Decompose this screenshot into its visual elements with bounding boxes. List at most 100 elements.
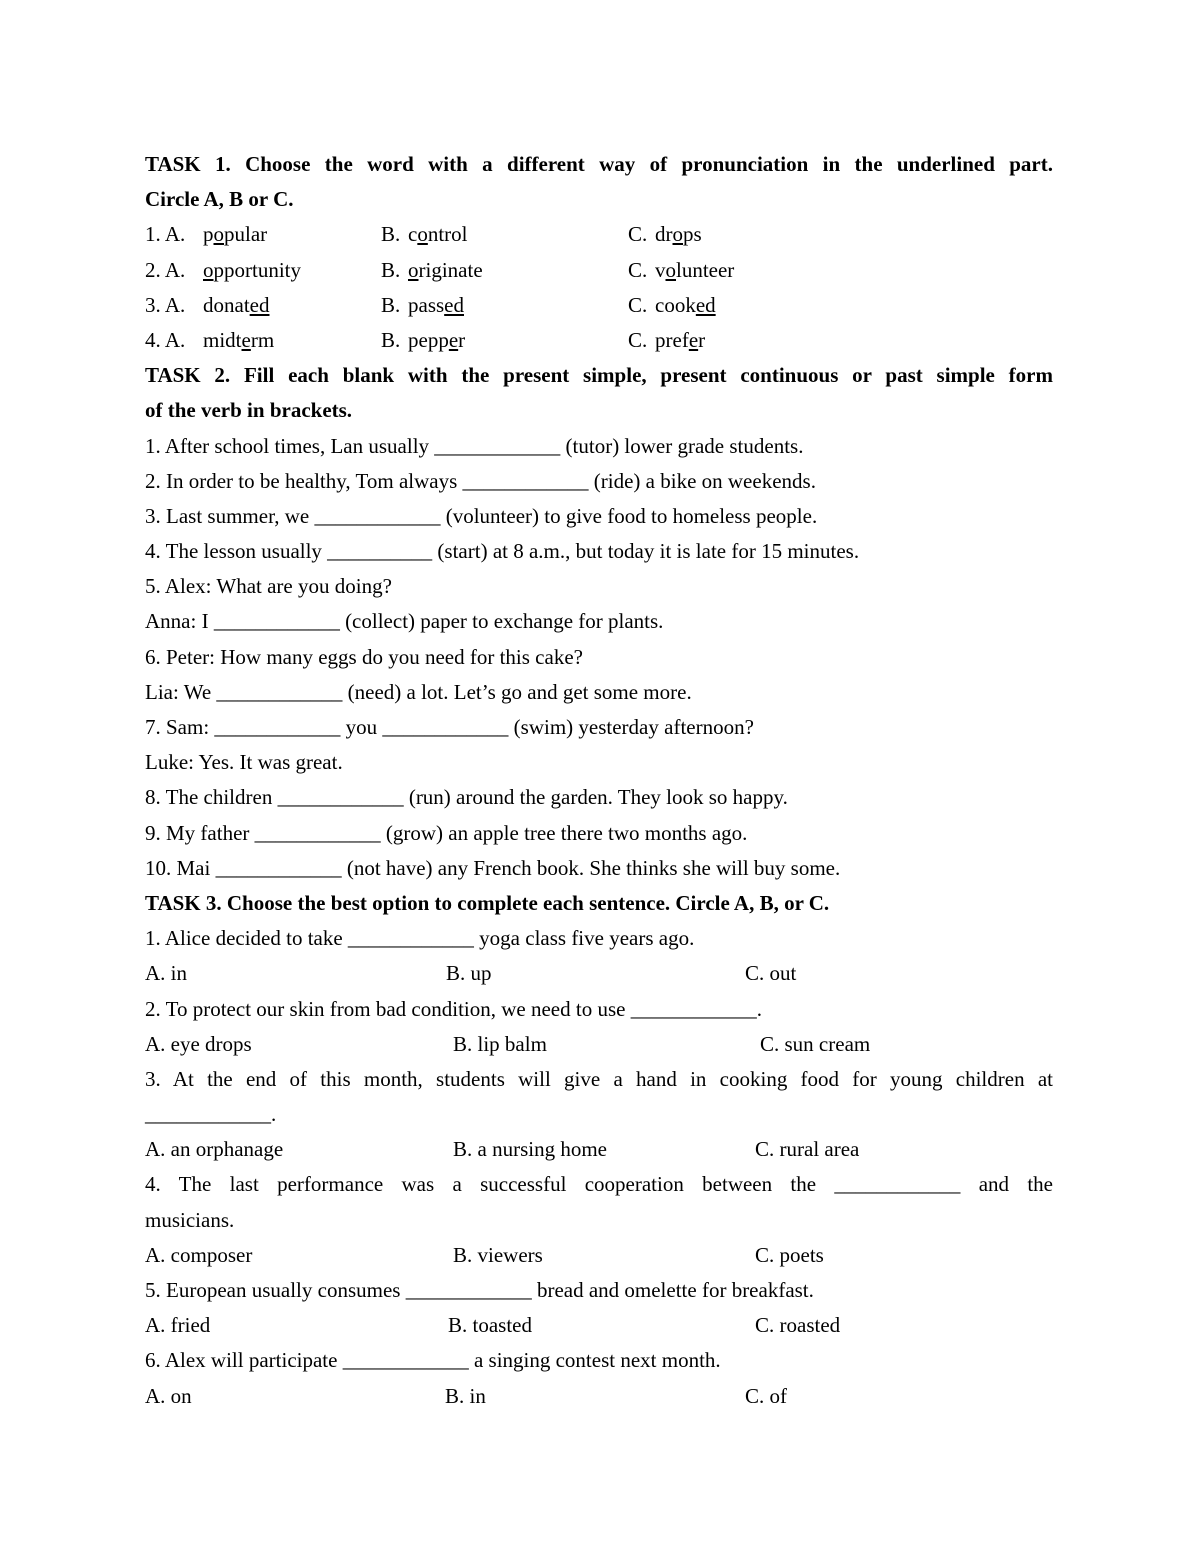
answer-options: A. eye drops B. lip balm C. sun cream (145, 1027, 1053, 1062)
answer-option: B. a nursing home (453, 1137, 607, 1162)
word-part: r (698, 327, 706, 352)
answer-option: A. in (145, 961, 187, 986)
word-part: dr (655, 222, 673, 247)
task1-heading: TASK 1. Choose the word with a different… (145, 152, 1053, 176)
answer-options: A. composer B. viewers C. poets (145, 1238, 1053, 1273)
task3-heading: TASK 3. Choose the best option to comple… (145, 890, 830, 915)
underlined-part: e (688, 327, 699, 352)
task2-heading-cont: of the verb in brackets. (145, 398, 353, 423)
word-part: donat (203, 292, 250, 317)
option-word: originate (408, 253, 483, 288)
underlined-part: o (672, 222, 684, 247)
answer-option: B. toasted (448, 1313, 532, 1338)
item-number: 4. A. (145, 327, 186, 352)
word-part: c (408, 222, 418, 247)
option-label: B. (381, 257, 401, 282)
task1-item: 4. A. midterm B. pepper C. prefer (145, 323, 1053, 358)
answer-options: A. in B. up C. out (145, 956, 1053, 991)
worksheet-page: TASK 1. Choose the word with a different… (0, 0, 1200, 1553)
question-text: 6. Alex will participate ____________ a … (145, 1348, 721, 1373)
answer-option: C. poets (755, 1242, 824, 1267)
underlined-part: ed (695, 292, 716, 317)
task1-item: 2. A. opportunity B. originate C. volunteer (145, 253, 1053, 288)
task1-item: 3. A. donated B. passed C. cooked (145, 288, 1053, 323)
task2-line: 8. The children ____________ (run) aroun… (145, 785, 788, 810)
task2-line: 9. My father ____________ (grow) an appl… (145, 820, 748, 845)
answer-option: A. composer (145, 1242, 253, 1267)
option-word: opportunity (203, 253, 301, 288)
answer-option: A. on (145, 1383, 192, 1408)
question-text: 2. To protect our skin from bad conditio… (145, 996, 762, 1021)
question-text: musicians. (145, 1207, 235, 1232)
option-word: volunteer (655, 253, 734, 288)
question-text: 4. The last performance was a successful… (145, 1172, 1053, 1197)
answer-option: A. eye drops (145, 1031, 252, 1056)
word-part: ps (683, 222, 702, 247)
question-text: 5. European usually consumes ___________… (145, 1278, 814, 1302)
underlined-part: o (417, 222, 428, 247)
worksheet-content: TASK 1. Choose the word with a different… (145, 147, 1053, 1414)
word-part: pular (224, 222, 268, 247)
answer-option: B. up (446, 961, 492, 986)
underlined-part: o (665, 257, 677, 282)
underlined-part: o (203, 257, 214, 282)
option-word: passed (408, 288, 464, 323)
item-number: 2. A. (145, 257, 186, 282)
answer-option: B. viewers (453, 1242, 543, 1267)
option-label: C. (628, 327, 648, 352)
answer-option: C. sun cream (760, 1031, 871, 1056)
task2-line: Anna: I ____________ (collect) paper to … (145, 609, 664, 634)
option-label: B. (381, 292, 401, 317)
option-label: C. (628, 222, 648, 247)
option-label: C. (628, 257, 648, 282)
word-part: ntrol (427, 222, 468, 247)
option-word: prefer (655, 323, 705, 358)
word-part: pref (655, 327, 689, 352)
item-number: 3. A. (145, 292, 186, 317)
task2-line: Lia: We ____________ (need) a lot. Let’s… (145, 679, 692, 704)
word-part: rm (250, 327, 275, 352)
task2-line: 3. Last summer, we ____________ (volunte… (145, 503, 818, 528)
word-part: v (655, 257, 666, 282)
option-label: B. (381, 327, 401, 352)
underlined-part: e (241, 327, 251, 352)
answer-option: C. rural area (755, 1137, 860, 1162)
word-part: pepp (408, 327, 449, 352)
task2-line: 1. After school times, Lan usually _____… (145, 433, 804, 458)
option-word: control (408, 217, 468, 252)
underlined-part: ed (444, 292, 464, 317)
answer-options: A. fried B. toasted C. roasted (145, 1308, 1053, 1343)
answer-options: A. on B. in C. of (145, 1379, 1053, 1414)
underlined-part: o (213, 222, 225, 247)
option-label: C. (628, 292, 648, 317)
word-part: lunteer (676, 257, 735, 282)
option-word: donated (203, 288, 269, 323)
option-word: popular (203, 217, 267, 252)
question-text: ____________. (145, 1102, 277, 1127)
word-part: midt (203, 327, 242, 352)
task2-line: Luke: Yes. It was great. (145, 750, 343, 775)
word-part: cook (655, 292, 696, 317)
answer-option: A. fried (145, 1313, 211, 1338)
option-word: drops (655, 217, 702, 252)
answer-options: A. an orphanage B. a nursing home C. rural… (145, 1132, 1053, 1167)
answer-option: C. of (745, 1383, 787, 1408)
option-label: B. (381, 222, 401, 247)
task1-heading-cont: Circle A, B or C. (145, 187, 294, 212)
option-word: cooked (655, 288, 716, 323)
task2-heading: TASK 2. Fill each blank with the present… (145, 363, 1053, 388)
word-part: r (458, 327, 466, 352)
underlined-part: ed (249, 292, 270, 317)
task2-line: 7. Sam: ____________ you ____________ (s… (145, 715, 754, 739)
task2-line: 4. The lesson usually __________ (start)… (145, 539, 860, 564)
answer-option: B. lip balm (453, 1031, 547, 1056)
task2-line: 6. Peter: How many eggs do you need for … (145, 644, 583, 669)
question-text: 1. Alice decided to take ____________ yo… (145, 926, 695, 951)
answer-option: C. out (745, 961, 797, 986)
option-word: pepper (408, 323, 465, 358)
underlined-part: e (448, 327, 459, 352)
task2-line: 10. Mai ____________ (not have) any Fren… (145, 855, 841, 880)
task1-item: 1. A. popular B. control C. drops (145, 217, 1053, 252)
item-number: 1. A. (145, 222, 186, 247)
word-part: pportunity (213, 257, 302, 282)
